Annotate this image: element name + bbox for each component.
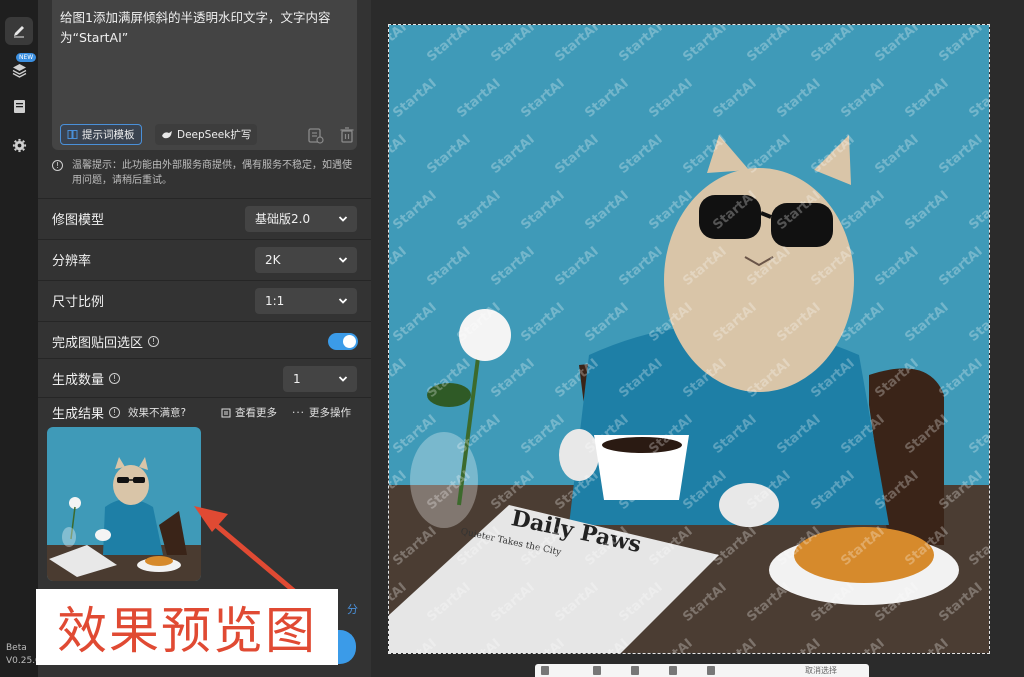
results-label: 生成结果	[52, 407, 105, 422]
toolbar-tool-icon[interactable]	[541, 666, 549, 675]
toolbar-tool-icon[interactable]	[593, 666, 601, 675]
canvas-toolbar: 取消选择	[535, 664, 869, 677]
resolution-label: 分辨率	[52, 254, 92, 269]
resolution-select[interactable]: 2K	[255, 246, 357, 273]
toolbar-text[interactable]: 取消选择	[805, 665, 837, 676]
settings-button[interactable]	[5, 131, 33, 159]
prompt-template-label: 提示词模板	[82, 129, 135, 141]
results-header: 生成结果 ! 效果不满意? 查看更多 ··· 更多操作	[38, 397, 371, 423]
more-dots-icon: ···	[292, 406, 306, 419]
view-more-label: 查看更多	[235, 407, 277, 419]
edit-tool-button[interactable]	[5, 17, 33, 45]
paste-back-toggle[interactable]	[328, 333, 358, 350]
whale-icon	[162, 130, 172, 138]
unsatisfied-link[interactable]: 效果不满意?	[128, 405, 186, 420]
prompt-input[interactable]: 给图1添加满屏倾斜的半透明水印文字，文字内容为“StartAI” 提示词模板 D…	[52, 0, 357, 150]
resolution-value: 2K	[265, 252, 281, 267]
chevron-down-icon	[338, 375, 348, 382]
count-select[interactable]: 1	[283, 365, 357, 392]
view-more-link[interactable]: 查看更多	[221, 405, 277, 420]
layers-icon	[12, 63, 26, 78]
pencil-icon	[14, 26, 24, 38]
paste-back-label: 完成图贴回选区	[52, 336, 144, 351]
resolution-row: 分辨率 2K	[38, 239, 371, 279]
info-icon: !	[52, 160, 63, 171]
prompt-template-button[interactable]: 提示词模板	[60, 124, 142, 145]
chevron-down-icon	[338, 297, 348, 304]
prompt-text[interactable]: 给图1添加满屏倾斜的半透明水印文字，文字内容为“StartAI”	[60, 8, 350, 48]
more-actions-link[interactable]: ··· 更多操作	[292, 405, 351, 420]
document-tool-button[interactable]	[5, 92, 33, 120]
share-fragment[interactable]: 分	[347, 601, 358, 617]
history-icon[interactable]	[306, 126, 324, 144]
count-label: 生成数量	[52, 373, 105, 388]
ratio-row: 尺寸比例 1:1	[38, 280, 371, 320]
new-badge: NEW	[16, 53, 37, 62]
results-label-group: 生成结果 ! 效果不满意?	[52, 403, 186, 422]
preview-caption: 效果预览图	[36, 589, 338, 665]
toolbar-tool-icon[interactable]	[669, 666, 677, 675]
toolbar-tool-icon[interactable]	[707, 666, 715, 675]
model-label: 修图模型	[52, 213, 105, 228]
count-row: 生成数量 ! 1	[38, 358, 371, 398]
notice-text: 温馨提示：此功能由外部服务商提供，偶有服务不稳定，如遇使用问题，请稍后重试。	[72, 160, 352, 186]
canvas-image[interactable]: Daily Paws Quieter Takes the City StartA…	[388, 24, 990, 654]
view-more-icon	[221, 408, 231, 417]
book-icon	[67, 130, 78, 139]
model-select[interactable]: 基础版2.0	[245, 205, 357, 232]
model-row: 修图模型 基础版2.0	[38, 198, 371, 238]
info-icon[interactable]: !	[109, 407, 121, 418]
chevron-down-icon	[338, 256, 348, 263]
count-label-group: 生成数量 !	[52, 369, 121, 388]
trash-icon[interactable]	[338, 126, 356, 144]
chevron-down-icon	[338, 215, 348, 222]
toggle-knob	[343, 335, 356, 348]
more-actions-label: 更多操作	[309, 407, 352, 419]
model-value: 基础版2.0	[255, 212, 311, 226]
gear-icon	[12, 138, 26, 152]
count-value: 1	[293, 371, 301, 386]
result-thumbnail[interactable]	[47, 427, 201, 581]
canvas-area: Daily Paws Quieter Takes the City StartA…	[371, 0, 1024, 677]
ratio-value: 1:1	[265, 293, 285, 308]
settings-panel: 给图1添加满屏倾斜的半透明水印文字，文字内容为“StartAI” 提示词模板 D…	[38, 0, 371, 677]
info-icon[interactable]: !	[109, 373, 121, 384]
paste-back-label-group: 完成图贴回选区 !	[52, 332, 160, 351]
tool-rail: NEW Beta V0.25.0	[0, 0, 41, 677]
result-thumbnail-image	[47, 427, 201, 581]
deepseek-expand-button[interactable]: DeepSeek扩写	[155, 124, 258, 145]
ratio-label: 尺寸比例	[52, 295, 105, 310]
cat-photo: Daily Paws Quieter Takes the City	[389, 25, 989, 653]
paste-back-row: 完成图贴回选区 !	[38, 321, 371, 361]
document-icon	[13, 99, 25, 113]
service-notice: ! 温馨提示：此功能由外部服务商提供，偶有服务不稳定，如遇使用问题，请稍后重试。	[52, 158, 357, 188]
ratio-select[interactable]: 1:1	[255, 287, 357, 314]
deepseek-expand-label: DeepSeek扩写	[177, 129, 252, 141]
toolbar-tool-icon[interactable]	[631, 666, 639, 675]
info-icon[interactable]: !	[148, 336, 160, 347]
